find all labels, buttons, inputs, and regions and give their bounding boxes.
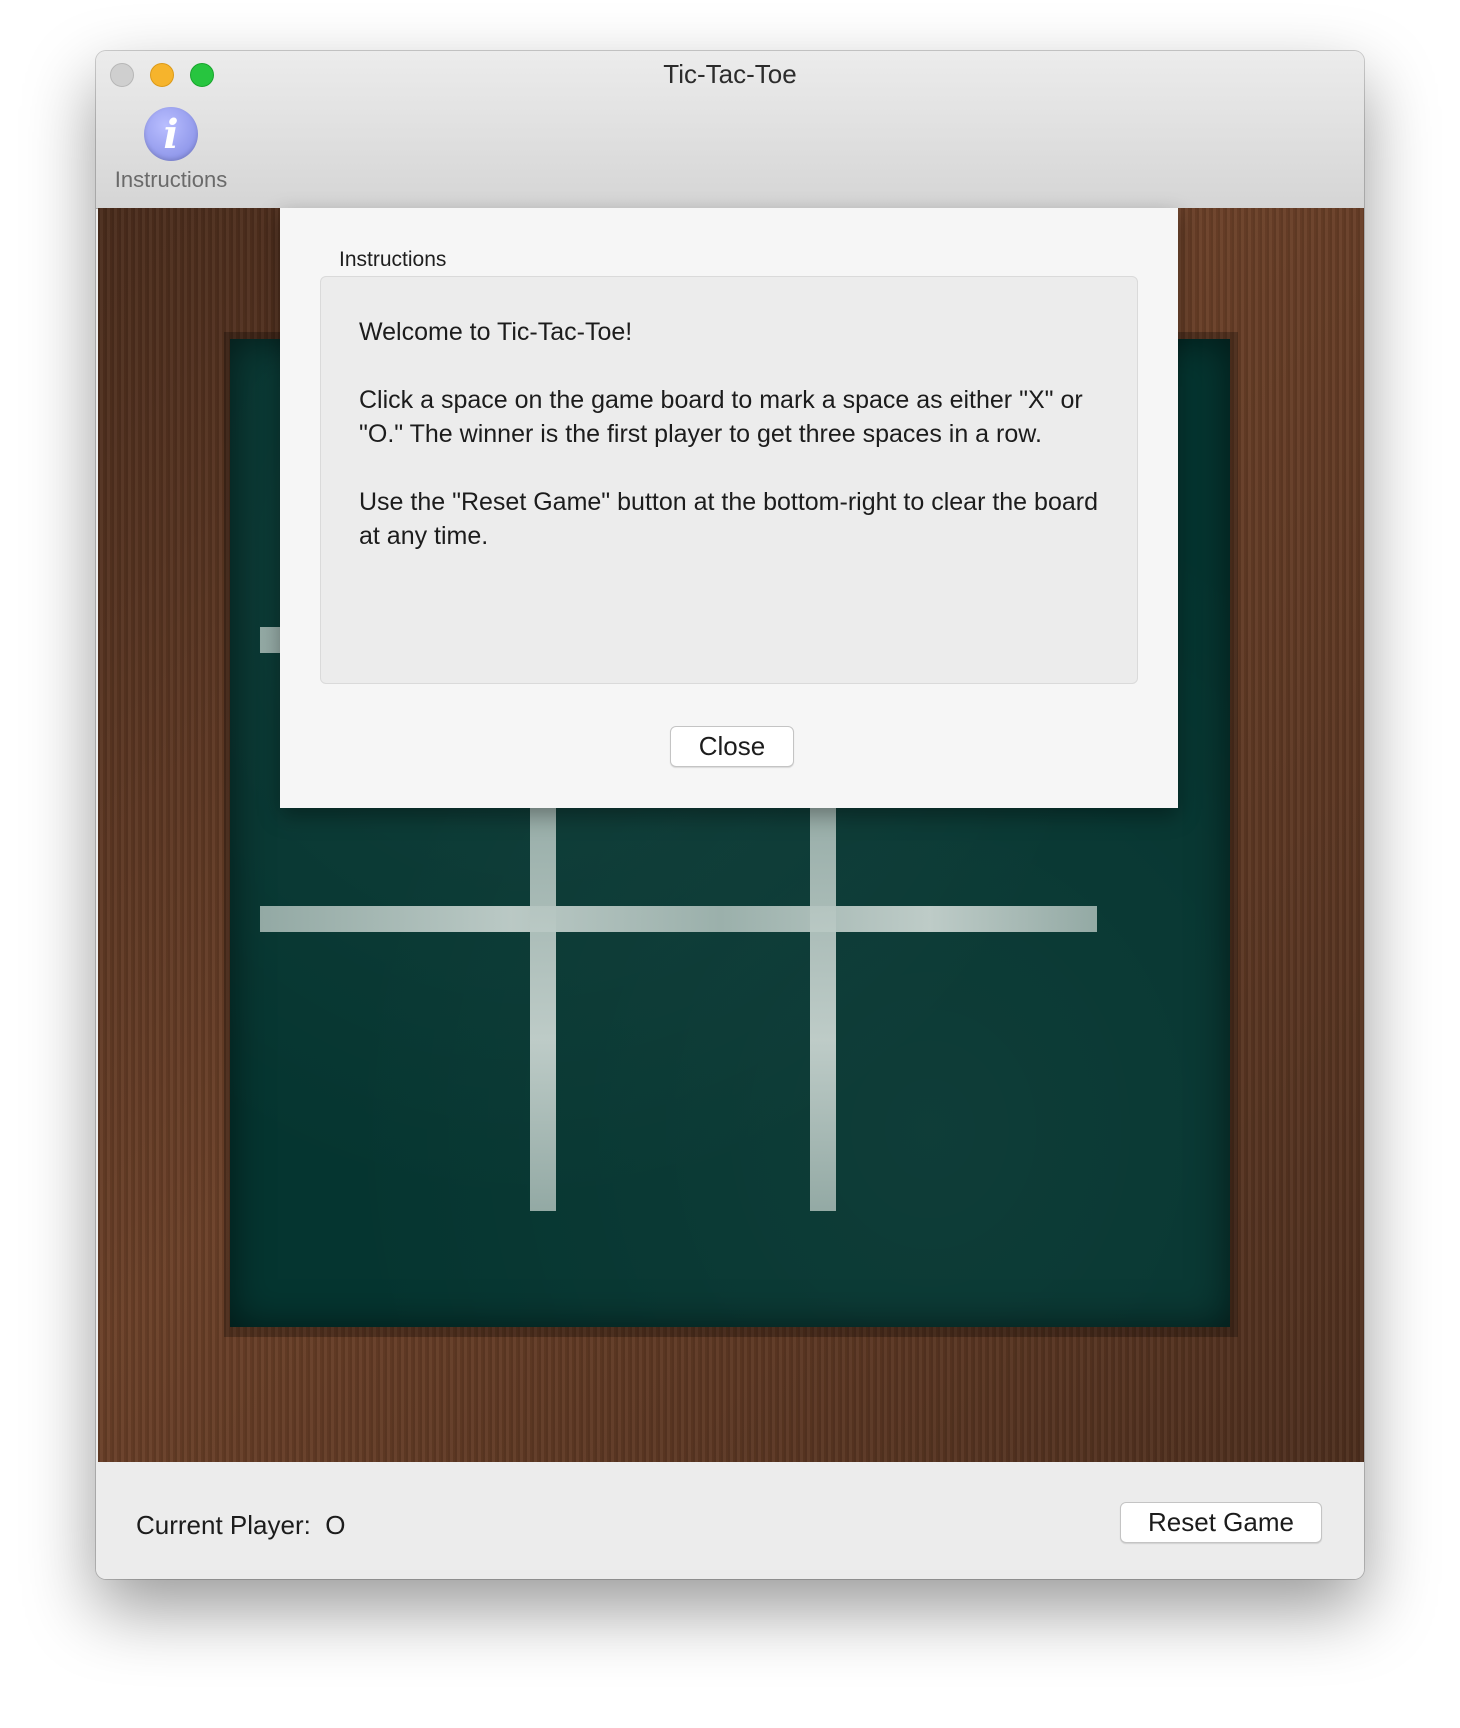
board-cell-7[interactable] (260, 934, 528, 1211)
reset-game-button[interactable]: Reset Game (1120, 1502, 1322, 1543)
app-window: Tic-Tac-Toe i Instructions Instructions … (96, 51, 1364, 1579)
current-player-value: O (325, 1510, 346, 1540)
grid-line-horizontal-bottom (260, 906, 1097, 932)
instructions-paragraph-welcome: Welcome to Tic-Tac-Toe! (359, 318, 633, 346)
instructions-sheet: Instructions Welcome to Tic-Tac-Toe! Cli… (280, 208, 1178, 808)
instructions-paragraph-reset: Use the "Reset Game" button at the botto… (359, 488, 1098, 550)
instructions-group-box: Welcome to Tic-Tac-Toe! Click a space on… (320, 276, 1138, 684)
info-icon: i (144, 107, 198, 161)
current-player-label: Current Player: (136, 1510, 311, 1540)
toolbar-instructions-label: Instructions (114, 167, 228, 192)
toolbar-instructions-button[interactable]: i Instructions (106, 105, 236, 197)
board-cell-9[interactable] (838, 934, 1097, 1211)
status-footer: Current Player: O Reset Game (96, 1462, 1364, 1579)
instructions-paragraph-how-to-play: Click a space on the game board to mark … (359, 386, 1083, 448)
window-title: Tic-Tac-Toe (663, 59, 797, 89)
board-cell-8[interactable] (558, 934, 808, 1211)
instructions-text: Welcome to Tic-Tac-Toe! Click a space on… (359, 315, 1119, 587)
title-bar: Tic-Tac-Toe i Instructions (96, 51, 1364, 209)
instructions-group-title: Instructions (339, 248, 447, 271)
info-icon-glyph: i (163, 111, 179, 158)
current-player-status: Current Player: O (136, 1510, 346, 1541)
close-button[interactable]: Close (670, 726, 794, 767)
